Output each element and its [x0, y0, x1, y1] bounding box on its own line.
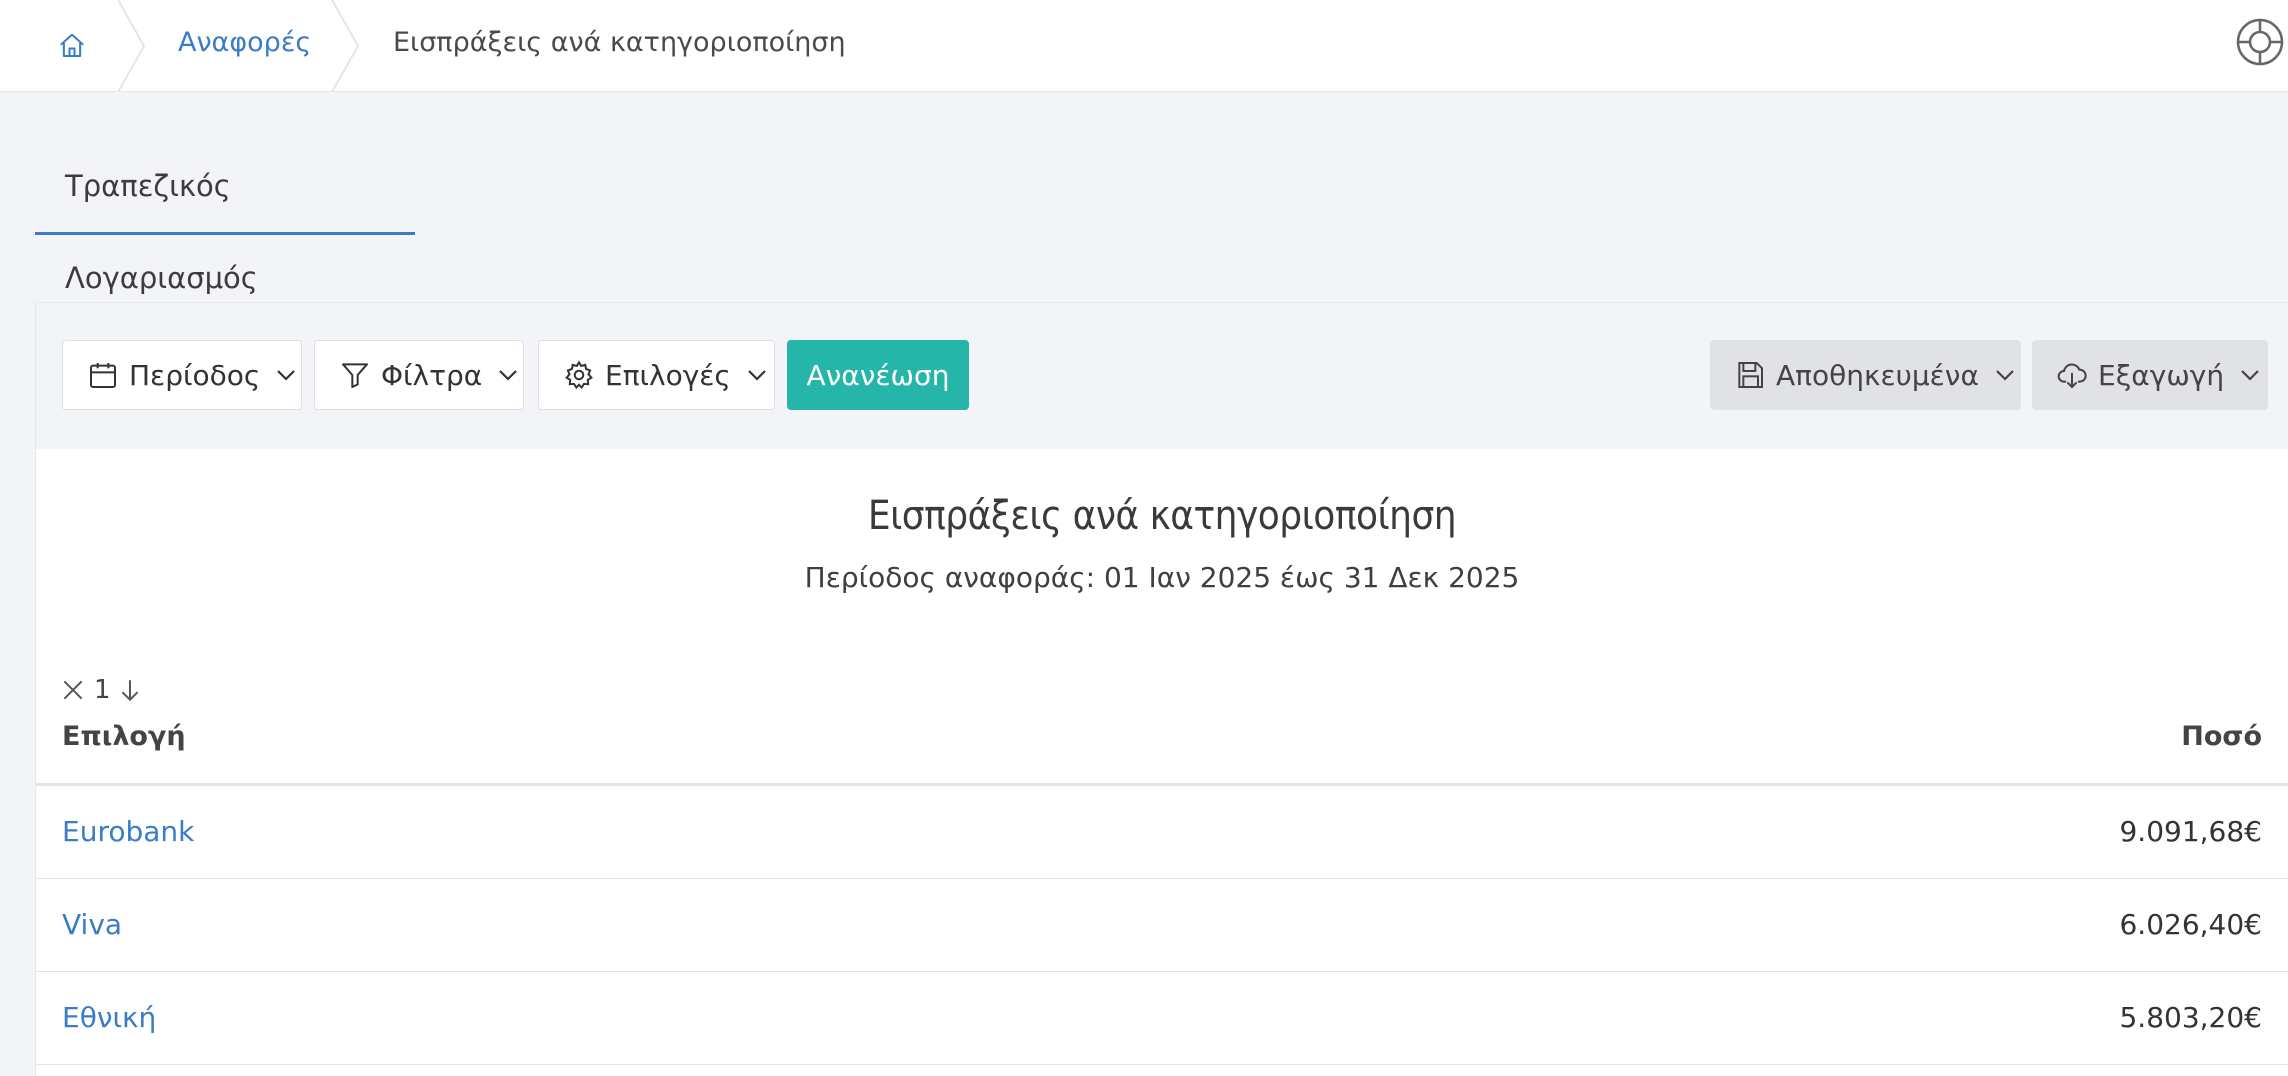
- report-period: Περίοδος αναφοράς: 01 Ιαν 2025 έως 31 Δε…: [804, 561, 1520, 594]
- breadcrumb-separator: [117, 0, 146, 92]
- table-row: Eurobank 9.091,68€: [36, 786, 2288, 879]
- row-name-link[interactable]: Viva: [62, 879, 122, 971]
- top-bar: Αναφορές Εισπράξεις ανά κατηγοριοποίηση: [0, 0, 2288, 92]
- row-name-link[interactable]: Εθνική: [62, 972, 156, 1064]
- chevron-down-icon: [2238, 363, 2262, 387]
- saved-reports-label: Αποθηκευμένα: [1776, 358, 1979, 392]
- period-button[interactable]: Περίοδος: [62, 340, 302, 410]
- breadcrumb-separator: [331, 0, 360, 92]
- options-button[interactable]: Επιλογές: [538, 340, 775, 410]
- table-row: Εθνική 5.803,20€: [36, 972, 2288, 1065]
- sort-control: 1: [60, 675, 143, 705]
- report-toolbar: Περίοδος Φίλτρα Επιλογές Ανανέωση Αποθηκ…: [36, 303, 2288, 449]
- column-header-selection[interactable]: Επιλογή: [62, 721, 186, 752]
- chevron-down-icon: [274, 363, 298, 387]
- export-button-label: Εξαγωγή: [2098, 358, 2225, 392]
- row-amount: 9.091,68€: [2119, 815, 2262, 848]
- save-icon: [1734, 359, 1766, 391]
- sort-level: 1: [94, 675, 111, 705]
- calendar-icon: [87, 359, 119, 391]
- period-button-label: Περίοδος: [129, 358, 261, 392]
- lifebuoy-icon[interactable]: [2232, 14, 2288, 70]
- table-row: Viva 6.026,40€: [36, 879, 2288, 972]
- home-icon[interactable]: [54, 28, 90, 64]
- cloud-download-icon: [2056, 359, 2088, 391]
- arrow-down-icon[interactable]: [117, 677, 143, 703]
- column-header-amount[interactable]: Ποσό: [2181, 721, 2262, 752]
- filters-button[interactable]: Φίλτρα: [314, 340, 524, 410]
- filters-button-label: Φίλτρα: [381, 358, 483, 392]
- tab-bank-account[interactable]: Τραπεζικός Λογαριασμός: [35, 140, 415, 295]
- report-card: Περίοδος Φίλτρα Επιλογές Ανανέωση Αποθηκ…: [36, 303, 2288, 1076]
- close-icon[interactable]: [60, 677, 86, 703]
- options-button-label: Επιλογές: [605, 358, 731, 392]
- row-amount: 6.026,40€: [2119, 908, 2262, 941]
- refresh-button[interactable]: Ανανέωση: [787, 340, 969, 410]
- chevron-down-icon: [745, 363, 769, 387]
- breadcrumb-reports-link[interactable]: Αναφορές: [178, 0, 311, 92]
- breadcrumb-current: Εισπράξεις ανά κατηγοριοποίηση: [393, 27, 846, 58]
- chevron-down-icon: [1993, 363, 2017, 387]
- row-amount: 5.803,20€: [2119, 1001, 2262, 1034]
- table-header: Επιλογή Ποσό: [36, 713, 2288, 786]
- filter-icon: [339, 359, 371, 391]
- report-title: Εισπράξεις ανά κατηγοριοποίηση: [867, 493, 1457, 539]
- gear-icon: [563, 359, 595, 391]
- saved-reports-button[interactable]: Αποθηκευμένα: [1710, 340, 2021, 410]
- chevron-down-icon: [496, 363, 520, 387]
- row-name-link[interactable]: Eurobank: [62, 786, 194, 878]
- export-button[interactable]: Εξαγωγή: [2032, 340, 2268, 410]
